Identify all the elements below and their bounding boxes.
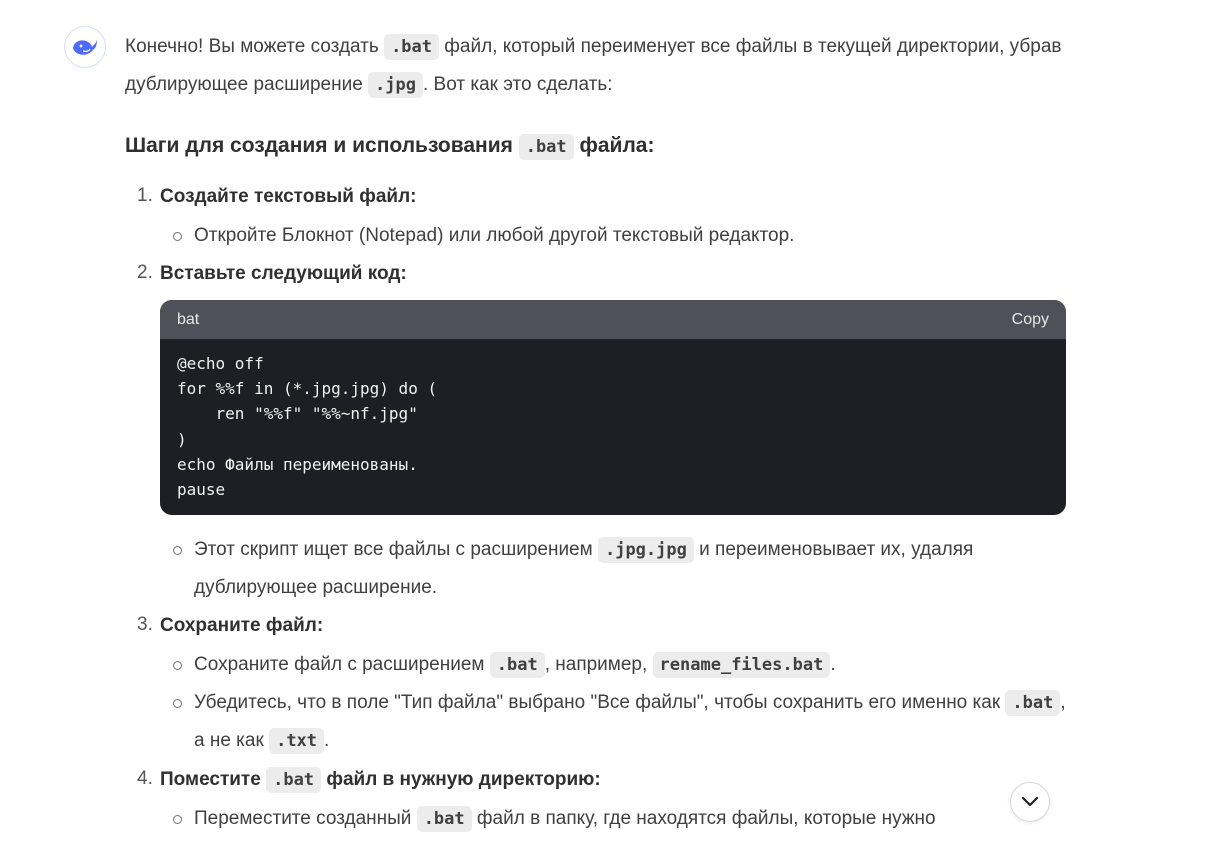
inline-code: .bat <box>384 34 440 60</box>
sub-list: Этот скрипт ищет все файлы с расширением… <box>160 531 1070 606</box>
sub-list: Сохраните файл с расширением .bat, напри… <box>160 646 1070 760</box>
item-text: Сохраните файл с расширением <box>194 654 490 676</box>
item-text: Этот скрипт ищет все файлы с расширением <box>194 539 598 561</box>
step-item: 2. Вставьте следующий код: bat Copy @ech… <box>125 254 1070 606</box>
list-item: Откройте Блокнот (Notepad) или любой дру… <box>160 217 1070 254</box>
step-number: 4. <box>137 768 153 790</box>
step-number: 3. <box>137 614 153 636</box>
intro-paragraph: Конечно! Вы можете создать .bat файл, ко… <box>125 28 1070 104</box>
title-text: файл в нужную директорию: <box>321 769 601 791</box>
inline-code: .jpg.jpg <box>597 537 694 564</box>
list-item: Переместите созданный .bat файл в папку,… <box>160 800 1070 838</box>
copy-button[interactable]: Copy <box>1012 301 1049 338</box>
inline-code: rename_files.bat <box>652 652 831 679</box>
inline-code: .bat <box>266 767 322 794</box>
list-item: Этот скрипт ищет все файлы с расширением… <box>160 531 1070 606</box>
item-text: файл в папку, где находятся файлы, котор… <box>471 808 936 830</box>
heading-text: файла: <box>573 134 655 157</box>
item-text: Переместите созданный <box>194 808 417 830</box>
list-item: Убедитесь, что в поле "Тип файла" выбран… <box>160 684 1070 760</box>
inline-code: .jpg <box>368 72 423 98</box>
step-title: Поместите .bat файл в нужную директорию: <box>160 760 1070 800</box>
list-item: Сохраните файл с расширением .bat, напри… <box>160 646 1070 684</box>
step-number: 1. <box>137 185 153 206</box>
title-text: Поместите <box>160 769 267 791</box>
deepseek-whale-icon <box>73 40 97 55</box>
code-block: bat Copy @echo off for %%f in (*.jpg.jpg… <box>160 300 1066 516</box>
inline-code: .bat <box>416 806 472 833</box>
item-text: . <box>830 654 836 676</box>
assistant-avatar <box>64 26 106 68</box>
heading-text: Шаги для создания и использования <box>125 134 519 157</box>
item-text: Убедитесь, что в поле "Тип файла" выбран… <box>194 692 1006 714</box>
inline-code: .bat <box>1005 690 1061 717</box>
steps-heading: Шаги для создания и использования .bat ф… <box>125 126 1070 167</box>
step-item: 3. Сохраните файл: Сохраните файл с расш… <box>125 606 1070 760</box>
item-text: , например, <box>544 654 653 676</box>
intro-text: Конечно! Вы можете создать <box>125 36 385 57</box>
scroll-to-bottom-button[interactable] <box>1010 782 1050 822</box>
code-content: @echo off for %%f in (*.jpg.jpg) do ( re… <box>177 354 438 500</box>
inline-code: .txt <box>269 728 325 755</box>
item-text: . <box>324 730 330 752</box>
step-title: Вставьте следующий код: <box>160 263 407 284</box>
step-item: 4. Поместите .bat файл в нужную директор… <box>125 760 1070 838</box>
sub-list: Переместите созданный .bat файл в папку,… <box>160 800 1070 838</box>
step-title: Создайте текстовый файл: <box>160 186 417 207</box>
chevron-down-icon <box>1021 796 1039 807</box>
step-item: 1. Создайте текстовый файл: Откройте Бло… <box>125 177 1070 254</box>
code-language-label: bat <box>177 311 200 328</box>
assistant-message: Конечно! Вы можете создать .bat файл, ко… <box>125 28 1070 838</box>
inline-code: .bat <box>489 652 545 679</box>
sub-list: Откройте Блокнот (Notepad) или любой дру… <box>160 217 1070 254</box>
inline-code: .bat <box>518 134 574 160</box>
code-block-header: bat Copy <box>160 300 1066 339</box>
step-number: 2. <box>137 262 153 283</box>
step-title: Сохраните файл: <box>160 615 324 637</box>
intro-text: . Вот как это сделать: <box>423 74 613 95</box>
steps-list: 1. Создайте текстовый файл: Откройте Бло… <box>125 177 1070 838</box>
